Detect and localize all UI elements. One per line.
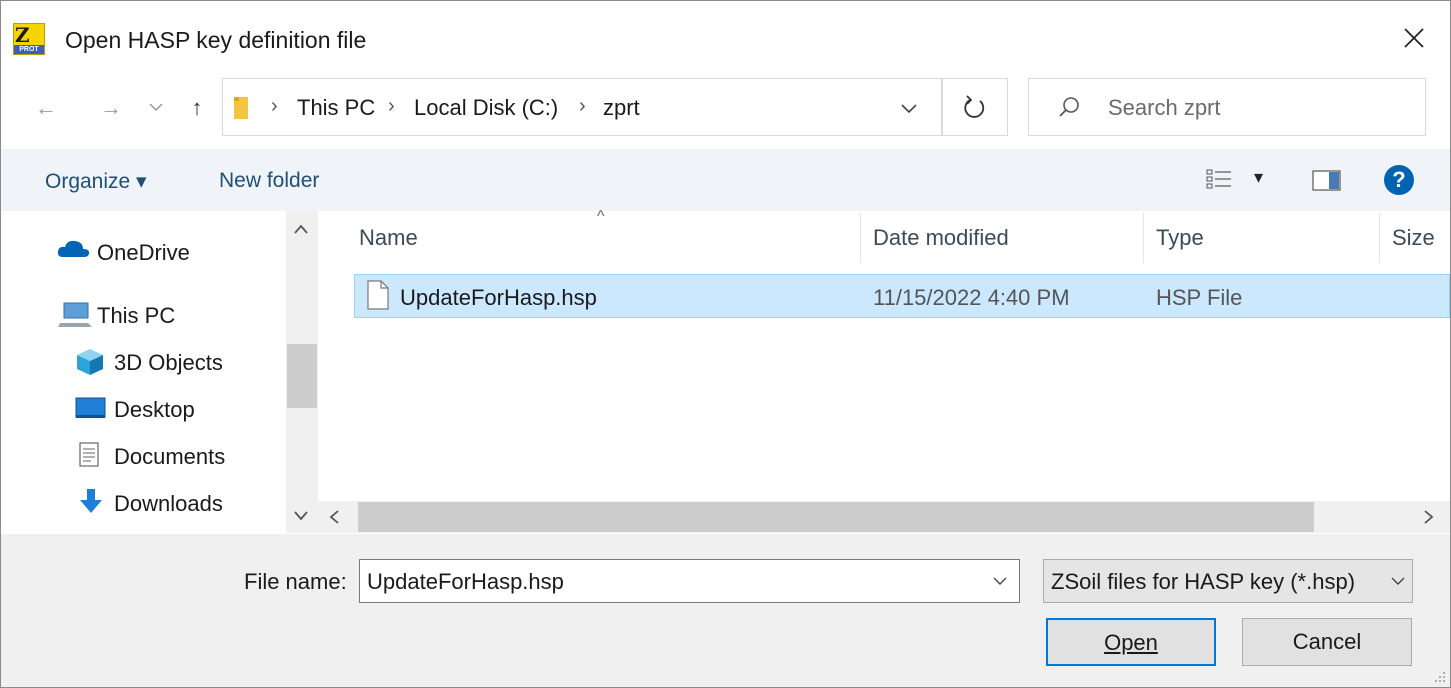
file-name-label-text: File name: xyxy=(244,569,347,594)
breadcrumb-separator: › xyxy=(388,95,395,117)
file-name-dropdown-icon[interactable] xyxy=(992,574,1008,588)
breadcrumb-zprt[interactable]: zprt xyxy=(603,95,640,121)
cancel-button-label: Cancel xyxy=(1292,629,1362,654)
file-icon xyxy=(367,280,389,310)
file-type-filter-value: ZSoil files for HASP key (*.hsp) xyxy=(1051,569,1356,594)
documents-icon xyxy=(79,442,99,467)
computer-icon xyxy=(58,302,92,327)
cloud-icon xyxy=(57,240,90,257)
file-name-value: UpdateForHasp.hsp xyxy=(367,569,564,594)
help-button[interactable]: ? xyxy=(1384,165,1414,195)
column-header-name[interactable]: Name xyxy=(359,225,418,251)
breadcrumb-separator: › xyxy=(271,95,278,117)
download-icon xyxy=(80,489,102,513)
filter-dropdown-icon[interactable] xyxy=(1390,574,1406,588)
column-divider[interactable] xyxy=(1379,213,1380,263)
up-button[interactable]: ↑ xyxy=(182,93,212,123)
column-divider[interactable] xyxy=(860,213,861,263)
app-icon: Z PROT xyxy=(13,23,45,55)
window-title: Open HASP key definition file xyxy=(65,27,367,53)
sidebar-item-this-pc[interactable]: This PC xyxy=(97,303,175,329)
breadcrumb-separator: › xyxy=(579,95,586,117)
app-icon-letter: Z xyxy=(15,23,30,47)
address-dropdown-icon[interactable] xyxy=(897,94,921,122)
recent-locations-button[interactable] xyxy=(141,93,171,123)
cube-icon xyxy=(77,349,103,375)
scroll-right-icon[interactable] xyxy=(1423,509,1435,525)
column-header-size[interactable]: Size xyxy=(1392,225,1435,251)
refresh-icon xyxy=(964,95,985,118)
file-type-cell: HSP File xyxy=(1156,285,1243,310)
file-list-scroll-thumb[interactable] xyxy=(358,502,1314,532)
sidebar-item-desktop[interactable]: Desktop xyxy=(114,397,195,423)
navigation-scroll-thumb[interactable] xyxy=(287,344,317,408)
breadcrumb-local-disk[interactable]: Local Disk (C:) xyxy=(414,95,558,121)
close-icon xyxy=(1404,28,1424,48)
file-date-cell: 11/15/2022 4:40 PM xyxy=(873,285,1070,310)
search-placeholder: Search zprt xyxy=(1108,95,1221,120)
open-file-dialog: Z PROT Open HASP key definition file ← →… xyxy=(0,0,1451,688)
app-icon-sub: PROT xyxy=(14,45,44,54)
cancel-button[interactable]: Cancel xyxy=(1242,618,1412,666)
close-button[interactable] xyxy=(1399,23,1429,53)
bottom-panel xyxy=(1,534,1450,687)
open-button-label: Open xyxy=(1104,630,1158,655)
search-icon xyxy=(1059,97,1079,117)
column-header-date-modified[interactable]: Date modified xyxy=(873,225,1009,251)
resize-grip-icon[interactable] xyxy=(1433,670,1447,684)
open-button[interactable]: Open xyxy=(1046,618,1216,666)
file-name-cell: UpdateForHasp.hsp xyxy=(400,285,597,310)
scroll-up-icon[interactable] xyxy=(293,223,309,235)
scroll-left-icon[interactable] xyxy=(328,509,340,525)
back-arrow-icon: ← xyxy=(35,95,57,120)
refresh-button[interactable] xyxy=(942,78,1008,136)
sort-ascending-icon: ^ xyxy=(597,208,605,225)
organize-menu[interactable]: Organize ▾ xyxy=(45,169,147,194)
column-header-type[interactable]: Type xyxy=(1156,225,1204,251)
folder-icon xyxy=(234,97,248,119)
sidebar-item-downloads[interactable]: Downloads xyxy=(114,491,223,517)
chevron-down-icon xyxy=(149,103,163,112)
sidebar-item-3d-objects[interactable]: 3D Objects xyxy=(114,350,223,376)
forward-button[interactable]: → xyxy=(96,93,126,123)
file-name-label: File name: xyxy=(244,569,347,595)
up-arrow-icon: ↑ xyxy=(191,95,203,120)
column-divider[interactable] xyxy=(1143,213,1144,263)
view-options-dropdown[interactable]: ▾ xyxy=(1254,167,1263,188)
back-button[interactable]: ← xyxy=(31,93,61,123)
search-box[interactable] xyxy=(1028,78,1426,136)
sidebar-item-onedrive[interactable]: OneDrive xyxy=(97,240,190,266)
view-details-icon[interactable] xyxy=(1205,168,1233,190)
breadcrumb-this-pc[interactable]: This PC xyxy=(297,95,375,121)
preview-pane-icon[interactable] xyxy=(1312,168,1342,192)
scroll-down-icon[interactable] xyxy=(293,510,309,522)
forward-arrow-icon: → xyxy=(100,95,122,120)
new-folder-button[interactable]: New folder xyxy=(219,169,319,193)
help-icon: ? xyxy=(1392,167,1406,192)
desktop-icon xyxy=(75,397,106,418)
sidebar-item-documents[interactable]: Documents xyxy=(114,444,225,470)
